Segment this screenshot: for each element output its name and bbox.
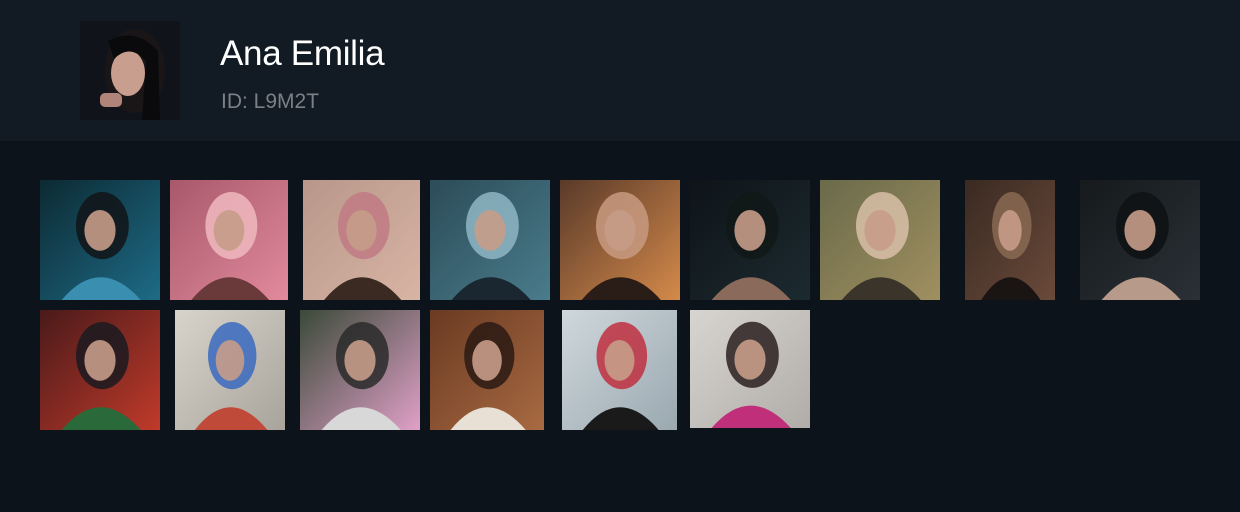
profile-header: Ana Emilia ID: L9M2T	[0, 0, 1240, 141]
gallery-thumbnail[interactable]	[560, 180, 680, 300]
photo-icon	[430, 180, 550, 300]
gallery-thumbnail[interactable]	[175, 310, 285, 430]
photo-icon	[820, 180, 940, 300]
photo-icon	[562, 310, 677, 430]
gallery-thumbnail[interactable]	[40, 180, 160, 300]
photo-icon	[300, 310, 420, 430]
gallery-thumbnail[interactable]	[820, 180, 940, 300]
profile-id: ID: L9M2T	[221, 90, 320, 113]
gallery-thumbnail[interactable]	[430, 310, 544, 430]
photo-icon	[1080, 180, 1200, 300]
photo-icon	[40, 310, 160, 430]
gallery-thumbnail[interactable]	[430, 180, 550, 300]
photo-icon	[965, 180, 1055, 300]
photo-icon	[175, 310, 285, 430]
profile-photo-icon	[80, 21, 180, 120]
gallery-thumbnail[interactable]	[690, 310, 810, 428]
gallery-thumbnail[interactable]	[303, 180, 420, 300]
photo-icon	[430, 310, 544, 430]
profile-name: Ana Emilia	[220, 34, 385, 73]
gallery-thumbnail[interactable]	[562, 310, 677, 430]
photo-icon	[690, 310, 810, 428]
photo-icon	[40, 180, 160, 300]
photo-icon	[303, 180, 420, 300]
gallery-thumbnail[interactable]	[170, 180, 288, 300]
photo-icon	[170, 180, 288, 300]
profile-avatar[interactable]	[80, 21, 180, 120]
photo-icon	[690, 180, 810, 300]
photo-icon	[560, 180, 680, 300]
gallery-thumbnail[interactable]	[1080, 180, 1200, 300]
gallery-thumbnail[interactable]	[300, 310, 420, 430]
gallery-thumbnail[interactable]	[690, 180, 810, 300]
gallery-thumbnail[interactable]	[965, 180, 1055, 300]
gallery-thumbnail[interactable]	[40, 310, 160, 430]
